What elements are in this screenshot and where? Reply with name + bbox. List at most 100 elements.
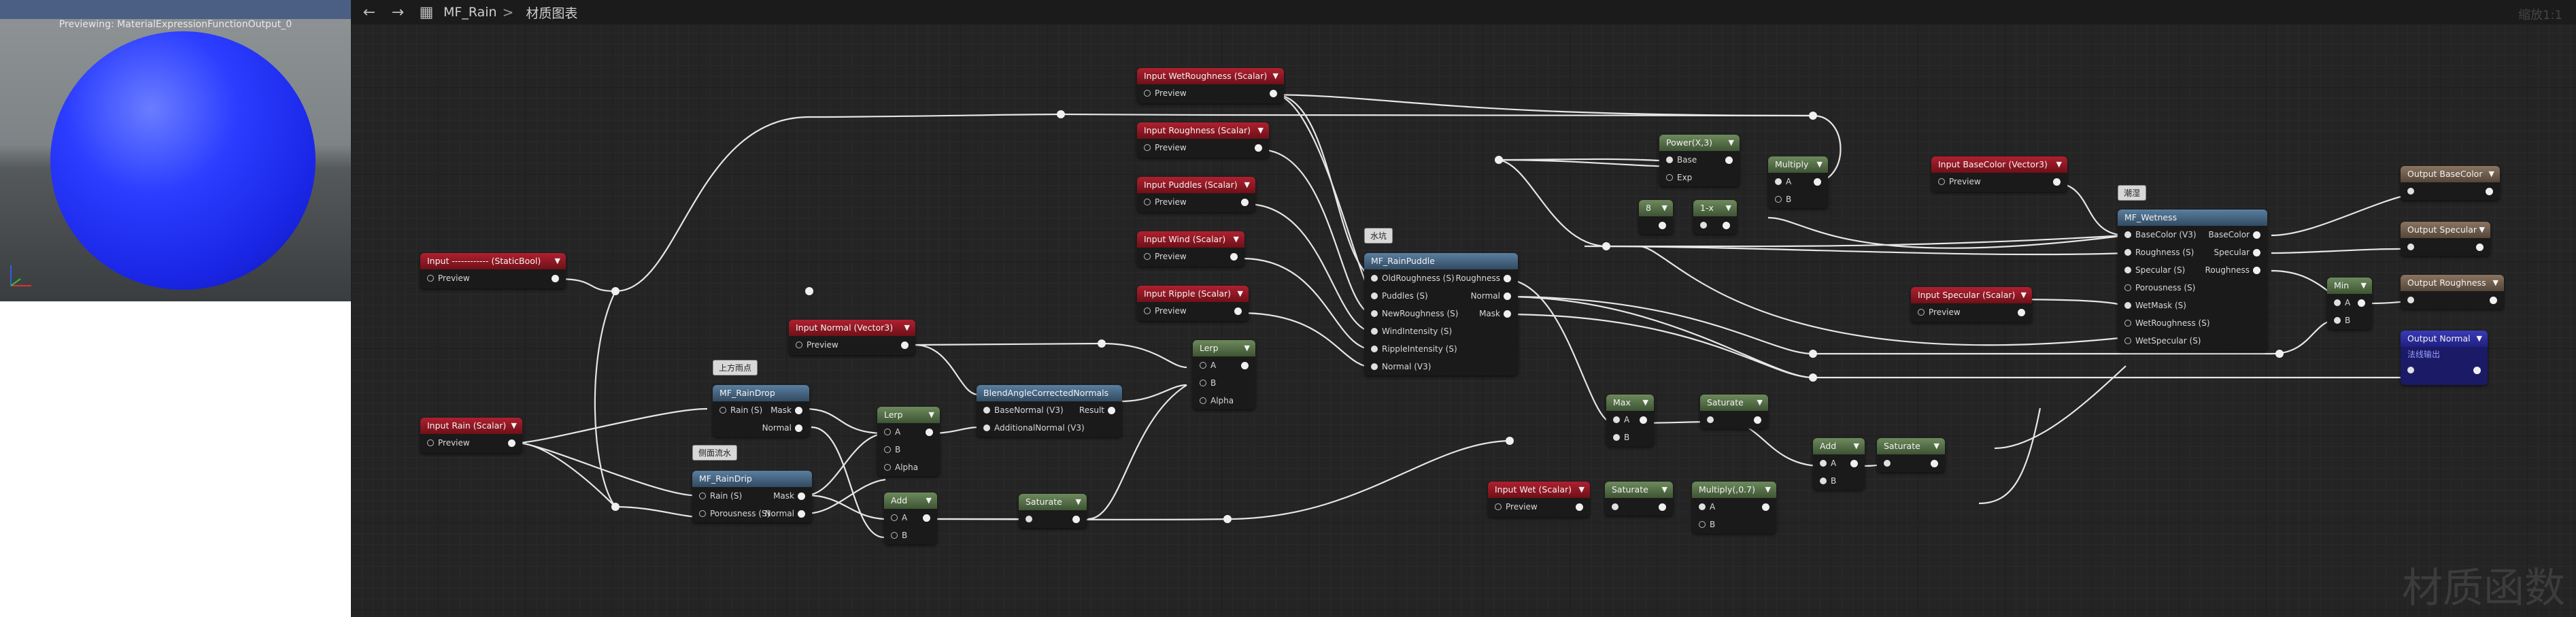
reroute-node[interactable] <box>1057 110 1065 118</box>
chevron-down-icon[interactable]: ▼ <box>2479 222 2485 238</box>
input-pin-icon[interactable] <box>2124 231 2131 238</box>
node-add[interactable]: Add ▼ A B <box>884 493 937 544</box>
node-output-roughness[interactable]: Output Roughness ▼ <box>2401 275 2504 309</box>
input-pin-icon[interactable] <box>891 532 898 539</box>
output-pin-icon[interactable] <box>1230 253 1238 261</box>
output-pin-icon[interactable] <box>552 275 559 282</box>
reroute-node[interactable] <box>1506 437 1514 445</box>
chevron-down-icon[interactable]: ▼ <box>1234 231 1239 248</box>
chevron-down-icon[interactable]: ▼ <box>1244 340 1250 356</box>
comment-bubble[interactable]: 上方雨点 <box>713 360 758 376</box>
chevron-down-icon[interactable]: ▼ <box>2489 166 2494 182</box>
input-pin-icon[interactable] <box>719 407 726 414</box>
node-saturate[interactable]: Saturate ▼ <box>1877 438 1945 472</box>
node-lerp[interactable]: Lerp ▼ A B Alpha <box>1193 340 1255 410</box>
node-saturate[interactable]: Saturate ▼ <box>1019 494 1087 528</box>
reroute-node[interactable] <box>2275 350 2284 358</box>
output-pin-icon[interactable] <box>2358 299 2365 307</box>
preview-pin-icon[interactable] <box>1144 199 1151 205</box>
chevron-down-icon[interactable]: ▼ <box>2021 287 2027 303</box>
output-pin-icon[interactable] <box>1814 178 1821 186</box>
output-pin-icon[interactable] <box>901 341 909 349</box>
chevron-down-icon[interactable]: ▼ <box>1273 68 1278 84</box>
input-pin-icon[interactable] <box>1666 156 1673 163</box>
input-pin-icon[interactable] <box>1820 478 1827 484</box>
chevron-down-icon[interactable]: ▼ <box>2361 278 2367 294</box>
input-pin-icon[interactable] <box>2124 302 2131 309</box>
node-min[interactable]: Min ▼ A B <box>2327 278 2372 329</box>
input-pin-icon[interactable] <box>2407 367 2414 373</box>
output-pin-icon[interactable] <box>1241 199 1249 206</box>
output-pin-icon[interactable] <box>1659 222 1666 229</box>
output-pin-icon[interactable] <box>1504 275 1511 282</box>
node-output-specular[interactable]: Output Specular ▼ <box>2401 222 2490 256</box>
output-pin-icon[interactable] <box>2486 188 2493 195</box>
input-pin-icon[interactable] <box>1666 174 1673 181</box>
chevron-down-icon[interactable]: ▼ <box>1258 122 1264 139</box>
input-pin-icon[interactable] <box>699 510 706 517</box>
chevron-down-icon[interactable]: ▼ <box>904 320 910 336</box>
input-pin-icon[interactable] <box>1371 328 1378 335</box>
input-pin-icon[interactable] <box>2124 337 2131 344</box>
preview-viewport[interactable]: Previewing: MaterialExpressionFunctionOu… <box>0 0 351 301</box>
output-pin-icon[interactable] <box>2253 267 2260 274</box>
input-pin-icon[interactable] <box>1699 503 1706 510</box>
output-pin-icon[interactable] <box>2490 297 2497 304</box>
input-pin-icon[interactable] <box>884 464 891 471</box>
output-pin-icon[interactable] <box>1850 460 1858 467</box>
output-pin-icon[interactable] <box>1725 156 1733 164</box>
output-pin-icon[interactable] <box>508 439 515 447</box>
reroute-node[interactable] <box>1809 350 1817 358</box>
input-pin-icon[interactable] <box>1371 310 1378 317</box>
output-pin-icon[interactable] <box>798 493 805 500</box>
node-input-ripple[interactable]: Input Ripple (Scalar) ▼ Preview <box>1137 286 1249 321</box>
output-pin-icon[interactable] <box>926 429 933 436</box>
output-pin-icon[interactable] <box>795 424 802 432</box>
back-arrow-icon[interactable]: ← <box>359 2 379 22</box>
node-mf-raindrop[interactable]: MF_RainDrop Rain (S) Mask Normal <box>713 385 809 437</box>
output-pin-icon[interactable] <box>2018 309 2025 316</box>
input-pin-icon[interactable] <box>1700 222 1707 229</box>
chevron-down-icon[interactable]: ▼ <box>1934 438 1939 454</box>
node-blend-angle-corrected-normals[interactable]: BlendAngleCorrectedNormals BaseNormal (V… <box>977 385 1122 437</box>
preview-pin-icon[interactable] <box>1918 309 1925 316</box>
chevron-down-icon[interactable]: ▼ <box>555 253 560 269</box>
node-input-puddles[interactable]: Input Puddles (Scalar) ▼ Preview <box>1137 177 1255 212</box>
input-pin-icon[interactable] <box>1612 503 1619 510</box>
node-multiply[interactable]: Multiply(,0.7) ▼ A B <box>1692 482 1776 533</box>
output-pin-icon[interactable] <box>2253 231 2260 239</box>
node-mf-rainpuddle[interactable]: MF_RainPuddle OldRoughness (S) Roughness … <box>1364 253 1518 376</box>
input-pin-icon[interactable] <box>983 424 990 431</box>
chevron-down-icon[interactable]: ▼ <box>929 407 934 423</box>
chevron-down-icon[interactable]: ▼ <box>1244 177 1250 193</box>
output-pin-icon[interactable] <box>1504 293 1511 300</box>
node-input-wet[interactable]: Input Wet (Scalar) ▼ Preview <box>1488 482 1590 517</box>
node-input-basecolor[interactable]: Input BaseColor (Vector3) ▼ Preview <box>1931 156 2067 192</box>
output-pin-icon[interactable] <box>1754 416 1761 424</box>
reroute-node[interactable] <box>1809 112 1817 120</box>
preview-pin-icon[interactable] <box>427 439 434 446</box>
comment-bubble[interactable]: 侧面流水 <box>692 445 738 461</box>
input-pin-icon[interactable] <box>2407 188 2414 195</box>
chevron-down-icon[interactable]: ▼ <box>1579 482 1584 498</box>
output-pin-icon[interactable] <box>2253 249 2260 256</box>
node-input-roughness[interactable]: Input Roughness (Scalar) ▼ Preview <box>1137 122 1269 158</box>
comment-bubble[interactable]: 潮湿 <box>2118 185 2147 201</box>
input-pin-icon[interactable] <box>1775 178 1782 185</box>
output-pin-icon[interactable] <box>2473 367 2481 374</box>
chevron-down-icon[interactable]: ▼ <box>2056 156 2062 173</box>
input-pin-icon[interactable] <box>1820 460 1827 467</box>
chevron-down-icon[interactable]: ▼ <box>1726 200 1731 216</box>
input-pin-icon[interactable] <box>1775 196 1782 203</box>
input-pin-icon[interactable] <box>891 514 898 521</box>
node-add[interactable]: Add ▼ A B <box>1813 438 1865 490</box>
chevron-down-icon[interactable]: ▼ <box>1817 156 1823 173</box>
node-saturate[interactable]: Saturate ▼ <box>1700 395 1768 429</box>
input-pin-icon[interactable] <box>1371 275 1378 282</box>
reroute-node[interactable] <box>1223 515 1232 523</box>
output-pin-icon[interactable] <box>1931 460 1938 467</box>
node-output-normal[interactable]: Output Normal ▼ 法线输出 <box>2401 331 2488 385</box>
chevron-down-icon[interactable]: ▼ <box>1757 395 1763 411</box>
output-pin-icon[interactable] <box>1241 362 1249 369</box>
preview-pin-icon[interactable] <box>1938 178 1945 185</box>
